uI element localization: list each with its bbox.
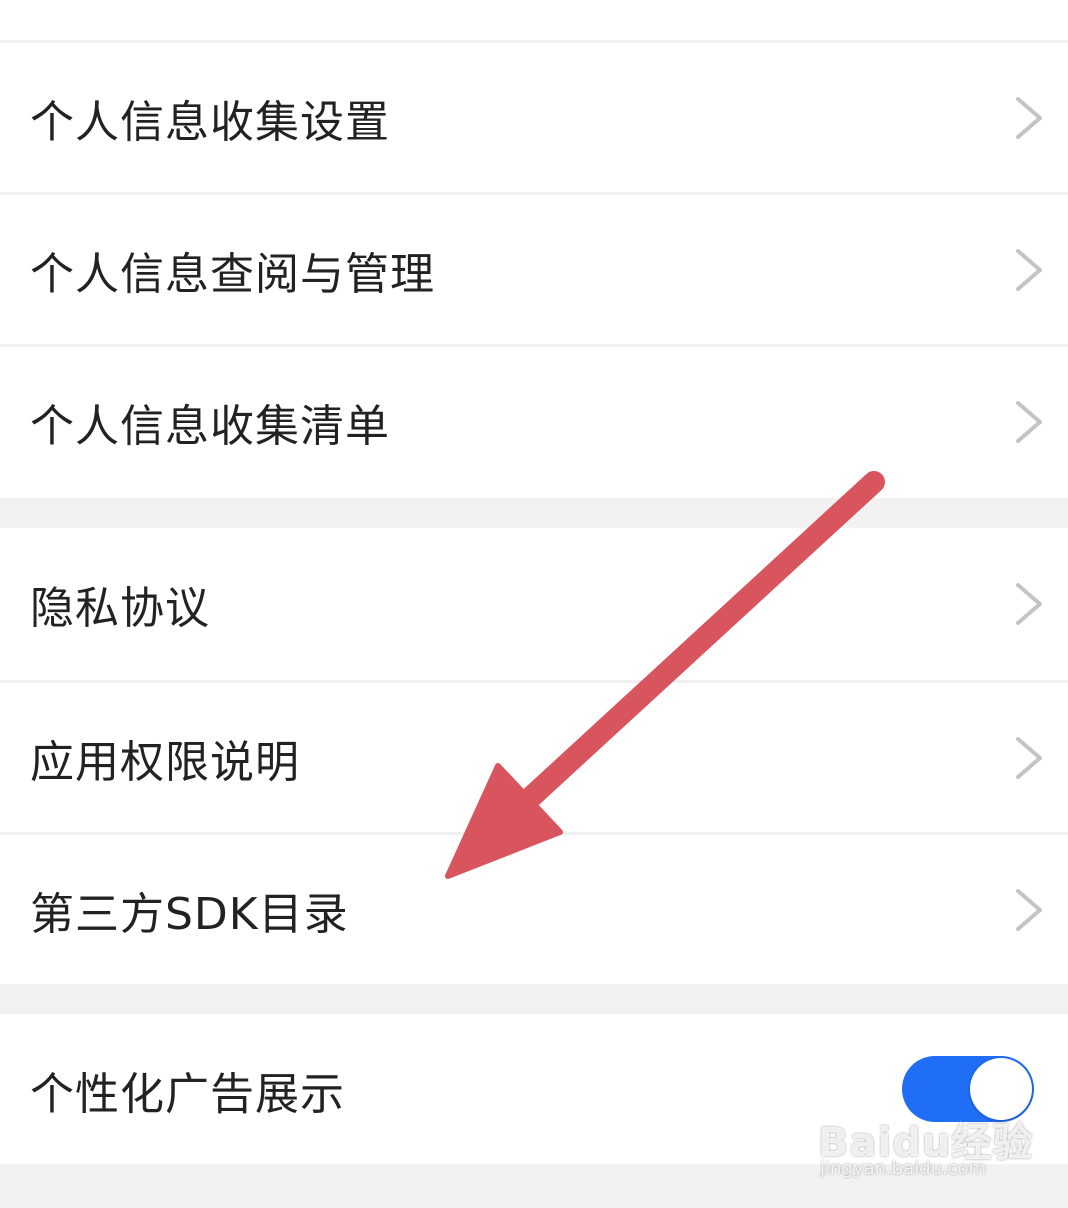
- list-item-label: 个人信息查阅与管理: [30, 248, 435, 300]
- list-item-personal-info-collection-list[interactable]: 个人信息收集清单: [0, 344, 1068, 496]
- list-item-app-permissions[interactable]: 应用权限说明: [0, 680, 1068, 832]
- list-item-label: 隐私协议: [30, 583, 210, 634]
- chevron-right-icon: [1016, 248, 1042, 291]
- list-item-label: 个人信息收集设置: [30, 96, 390, 148]
- baidu-watermark: Baidu经验 jingyan.baidu.com: [818, 1098, 1058, 1198]
- list-item-label: 个人信息收集清单: [30, 400, 390, 452]
- list-item-personal-info-view-manage[interactable]: 个人信息查阅与管理: [0, 192, 1068, 344]
- watermark-url: jingyan.baidu.com: [820, 1158, 987, 1179]
- list-item-label: 第三方SDK目录: [30, 888, 349, 940]
- list-item-third-party-sdk[interactable]: 第三方SDK目录: [0, 832, 1068, 984]
- list-item-label: 个性化广告展示: [30, 1069, 345, 1120]
- settings-group-policies: 隐私协议 应用权限说明 第三方SDK目录: [0, 528, 1068, 984]
- chevron-right-icon: [1016, 96, 1042, 139]
- list-item-privacy-agreement[interactable]: 隐私协议: [0, 528, 1068, 680]
- chevron-right-icon: [1016, 583, 1042, 625]
- list-item-personal-info-collection-settings[interactable]: 个人信息收集设置: [0, 40, 1068, 192]
- chevron-right-icon: [1016, 736, 1042, 779]
- chevron-right-icon: [1016, 888, 1042, 931]
- settings-group-personal-info: 个人信息收集设置 个人信息查阅与管理 个人信息收集清单: [0, 40, 1068, 498]
- chevron-right-icon: [1016, 400, 1042, 443]
- top-strip: [0, 0, 1068, 40]
- list-item-label: 应用权限说明: [30, 736, 300, 788]
